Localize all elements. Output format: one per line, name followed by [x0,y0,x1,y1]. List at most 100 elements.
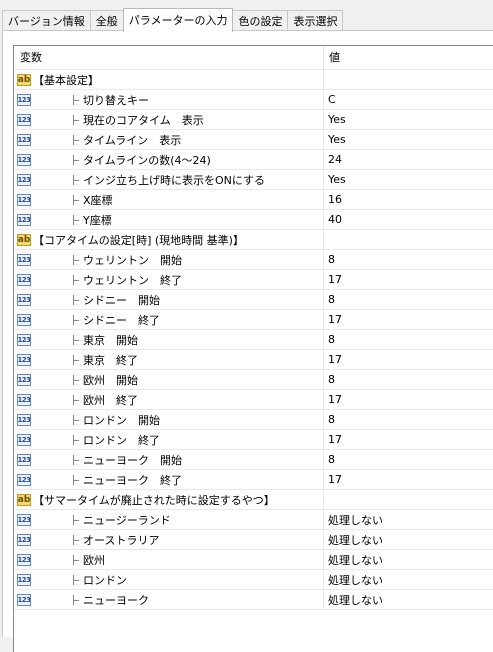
tab-input-parameters[interactable]: パラメーターの入力 [122,8,234,32]
variable-cell: 123 X座標 [14,190,324,209]
parameter-row[interactable]: 123 X座標 16 [14,190,493,210]
value-cell[interactable]: Yes [324,133,493,146]
value-cell[interactable]: Yes [324,173,493,186]
parameter-row[interactable]: 123 ウェリントン 終了 17 [14,270,493,290]
variable-cell: 123 ロンドン [14,570,324,589]
parameter-row[interactable]: 123 ニューヨーク 開始 8 [14,450,493,470]
value-cell[interactable]: 17 [324,273,493,286]
tab-general[interactable]: 全般 [89,10,124,31]
tab-version-info[interactable]: バージョン情報 [2,10,91,31]
number-123-icon: 123 [17,513,31,526]
variable-cell: 123 ロンドン 開始 [14,410,324,429]
value-cell[interactable]: 17 [324,313,493,326]
group-row[interactable]: ab 【コアタイムの設定[時] (現地時間 基準)】 [14,230,493,250]
tree-connector [73,134,83,145]
tab-color-settings[interactable]: 色の設定 [232,10,289,31]
value-cell[interactable]: Yes [324,113,493,126]
parameter-row[interactable]: 123 東京 開始 8 [14,330,493,350]
group-row[interactable]: ab 【サマータイムが廃止された時に設定するやつ】 [14,490,493,510]
variable-cell: 123 タイムラインの数(4〜24) [14,150,324,169]
number-123-icon: 123 [17,313,31,326]
value-cell[interactable]: C [324,93,493,106]
variable-label: 欧州 開始 [83,373,138,387]
variable-label: 現在のコアタイム 表示 [83,113,204,127]
value-cell[interactable]: 処理しない [324,512,493,528]
ab-string-icon: ab [17,493,31,506]
tree-connector [73,374,83,385]
number-123-icon: 123 [17,413,31,426]
number-123-icon: 123 [17,353,31,366]
value-cell[interactable]: 17 [324,473,493,486]
number-123-icon: 123 [17,553,31,566]
value-cell[interactable]: 17 [324,393,493,406]
value-cell[interactable]: 16 [324,193,493,206]
value-cell[interactable]: 8 [324,253,493,266]
value-cell[interactable]: 40 [324,213,493,226]
parameter-row[interactable]: 123 タイムライン 表示 Yes [14,130,493,150]
tab-strip: バージョン情報 全般 パラメーターの入力 色の設定 表示選択 [2,8,344,32]
parameter-row[interactable]: 123 欧州 終了 17 [14,390,493,410]
variable-label: X座標 [83,193,113,207]
column-header-variable[interactable]: 変数 [14,46,324,69]
value-cell[interactable]: 処理しない [324,552,493,568]
value-cell[interactable]: 処理しない [324,532,493,548]
variable-label: 欧州 [83,553,105,567]
number-123-icon: 123 [17,253,31,266]
parameter-row[interactable]: 123 切り替えキー C [14,90,493,110]
parameter-row[interactable]: 123 シドニー 終了 17 [14,310,493,330]
tree-connector [73,554,83,565]
tree-connector [73,294,83,305]
variable-cell: 123 ウェリントン 開始 [14,250,324,269]
tree-connector [73,254,83,265]
variable-label: インジ立ち上げ時に表示をONにする [83,173,265,187]
parameter-row[interactable]: 123 現在のコアタイム 表示 Yes [14,110,493,130]
tree-connector [73,214,83,225]
parameter-row[interactable]: 123 ロンドン 開始 8 [14,410,493,430]
tree-connector [73,534,83,545]
parameter-row[interactable]: 123 ロンドン 処理しない [14,570,493,590]
value-cell[interactable]: 処理しない [324,572,493,588]
parameter-row[interactable]: 123 インジ立ち上げ時に表示をONにする Yes [14,170,493,190]
parameter-row[interactable]: 123 ニュージーランド 処理しない [14,510,493,530]
parameter-row[interactable]: 123 オーストラリア 処理しない [14,530,493,550]
parameter-row[interactable]: 123 ウェリントン 開始 8 [14,250,493,270]
parameter-row[interactable]: 123 タイムラインの数(4〜24) 24 [14,150,493,170]
value-cell[interactable]: 17 [324,433,493,446]
parameter-row[interactable]: 123 欧州 処理しない [14,550,493,570]
parameter-row[interactable]: 123 シドニー 開始 8 [14,290,493,310]
number-123-icon: 123 [17,133,31,146]
parameter-row[interactable]: 123 東京 終了 17 [14,350,493,370]
value-cell[interactable]: 8 [324,293,493,306]
value-cell[interactable]: 24 [324,153,493,166]
tree-connector [73,434,83,445]
variable-cell: 123 シドニー 開始 [14,290,324,309]
tree-connector [73,574,83,585]
number-123-icon: 123 [17,333,31,346]
variable-cell: 123 欧州 開始 [14,370,324,389]
variable-cell: 123 タイムライン 表示 [14,130,324,149]
variable-label: タイムラインの数(4〜24) [83,153,211,167]
value-cell[interactable]: 処理しない [324,592,493,608]
parameter-row[interactable]: 123 ニューヨーク 処理しない [14,590,493,610]
tab-panel: 変数 値 ab 【基本設定】 123 切り替えキー C 123 現在のコアタイム 表示 Yes… [2,30,493,652]
variable-label: ウェリントン 開始 [83,253,182,267]
number-123-icon: 123 [17,393,31,406]
value-cell[interactable]: 8 [324,373,493,386]
variable-cell: 123 ウェリントン 終了 [14,270,324,289]
tree-connector [73,594,83,605]
parameter-row[interactable]: 123 Y座標 40 [14,210,493,230]
value-cell[interactable]: 8 [324,333,493,346]
tab-display-selection[interactable]: 表示選択 [287,10,344,31]
value-cell[interactable]: 8 [324,413,493,426]
number-123-icon: 123 [17,373,31,386]
group-row[interactable]: ab 【基本設定】 [14,70,493,90]
parameter-row[interactable]: 123 ニューヨーク 終了 17 [14,470,493,490]
variable-cell: 123 東京 終了 [14,350,324,369]
number-123-icon: 123 [17,533,31,546]
parameter-row[interactable]: 123 欧州 開始 8 [14,370,493,390]
value-cell[interactable]: 17 [324,353,493,366]
parameter-row[interactable]: 123 ロンドン 終了 17 [14,430,493,450]
column-header-value[interactable]: 値 [324,46,493,69]
variable-cell: 123 インジ立ち上げ時に表示をONにする [14,170,324,189]
value-cell[interactable]: 8 [324,453,493,466]
